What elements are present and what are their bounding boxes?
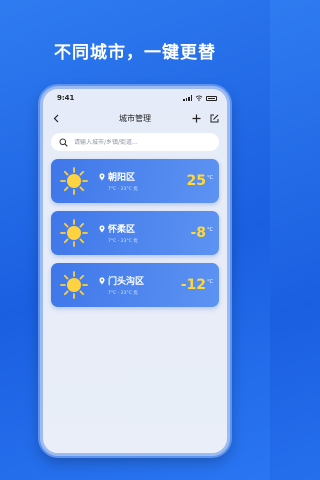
city-info: 朝阳区 7°C - 23°C 优 (99, 170, 187, 192)
temp-unit: °C (207, 175, 213, 181)
battery-icon (206, 95, 217, 101)
nav-right (191, 113, 219, 123)
sun-icon (60, 167, 88, 195)
location-pin-icon (99, 225, 105, 232)
temp-value: -12 (180, 277, 206, 293)
city-card[interactable]: 朝阳区 7°C - 23°C 优 25 °C (51, 159, 219, 203)
city-info: 门头沟区 7°C - 23°C 优 (99, 274, 181, 296)
temp-value: 25 (186, 173, 206, 189)
city-name-row: 朝阳区 (99, 170, 187, 183)
temp-range: 7°C - 23°C (108, 187, 132, 192)
air-quality: 优 (133, 291, 138, 296)
nav-left (51, 113, 61, 123)
city-name: 怀柔区 (108, 225, 136, 235)
city-subtext: 7°C - 23°C 优 (108, 290, 181, 296)
location-pin-icon (99, 173, 105, 180)
temp-value: -8 (190, 225, 206, 241)
current-temp: -12 °C (181, 277, 213, 293)
temp-unit: °C (207, 227, 213, 233)
search-input[interactable] (74, 138, 204, 146)
city-subtext: 7°C - 23°C 优 (108, 186, 187, 192)
city-name-row: 门头沟区 (99, 274, 181, 287)
headline: 不同城市，一键更替 (54, 43, 216, 63)
search-bar[interactable] (51, 133, 219, 151)
city-subtext: 7°C - 23°C 优 (108, 238, 190, 244)
phone-frame: 9:41 城市管理 请输入城市/乡镇/街道... 朝阳区 7°C - 23°C … (40, 86, 230, 456)
city-name: 朝阳区 (108, 173, 136, 183)
temp-unit: °C (207, 279, 213, 285)
temp-range: 7°C - 23°C (108, 239, 132, 244)
sun-icon (60, 271, 88, 299)
back-icon[interactable] (51, 113, 61, 123)
city-info: 怀柔区 7°C - 23°C 优 (99, 222, 190, 244)
city-name-row: 怀柔区 (99, 222, 190, 235)
temp-range: 7°C - 23°C (108, 291, 132, 296)
air-quality: 优 (133, 187, 138, 192)
phone-screen: 9:41 城市管理 请输入城市/乡镇/街道... 朝阳区 7°C - 23°C … (43, 89, 227, 453)
current-temp: 25 °C (187, 173, 213, 189)
location-pin-icon (99, 277, 105, 284)
signal-icon (183, 95, 192, 101)
status-time: 9:41 (57, 94, 75, 102)
sun-icon (60, 219, 88, 247)
air-quality: 优 (133, 239, 138, 244)
status-icons (183, 95, 217, 101)
wifi-icon (195, 95, 203, 101)
search-icon (59, 138, 68, 147)
city-card[interactable]: 门头沟区 7°C - 23°C 优 -12 °C (51, 263, 219, 307)
edit-icon[interactable] (209, 113, 219, 123)
current-temp: -8 °C (190, 225, 213, 241)
status-bar: 9:41 (43, 89, 227, 107)
city-name: 门头沟区 (108, 277, 145, 287)
add-city-icon[interactable] (191, 113, 201, 123)
nav-bar: 城市管理 (43, 107, 227, 129)
city-card[interactable]: 怀柔区 7°C - 23°C 优 -8 °C (51, 211, 219, 255)
